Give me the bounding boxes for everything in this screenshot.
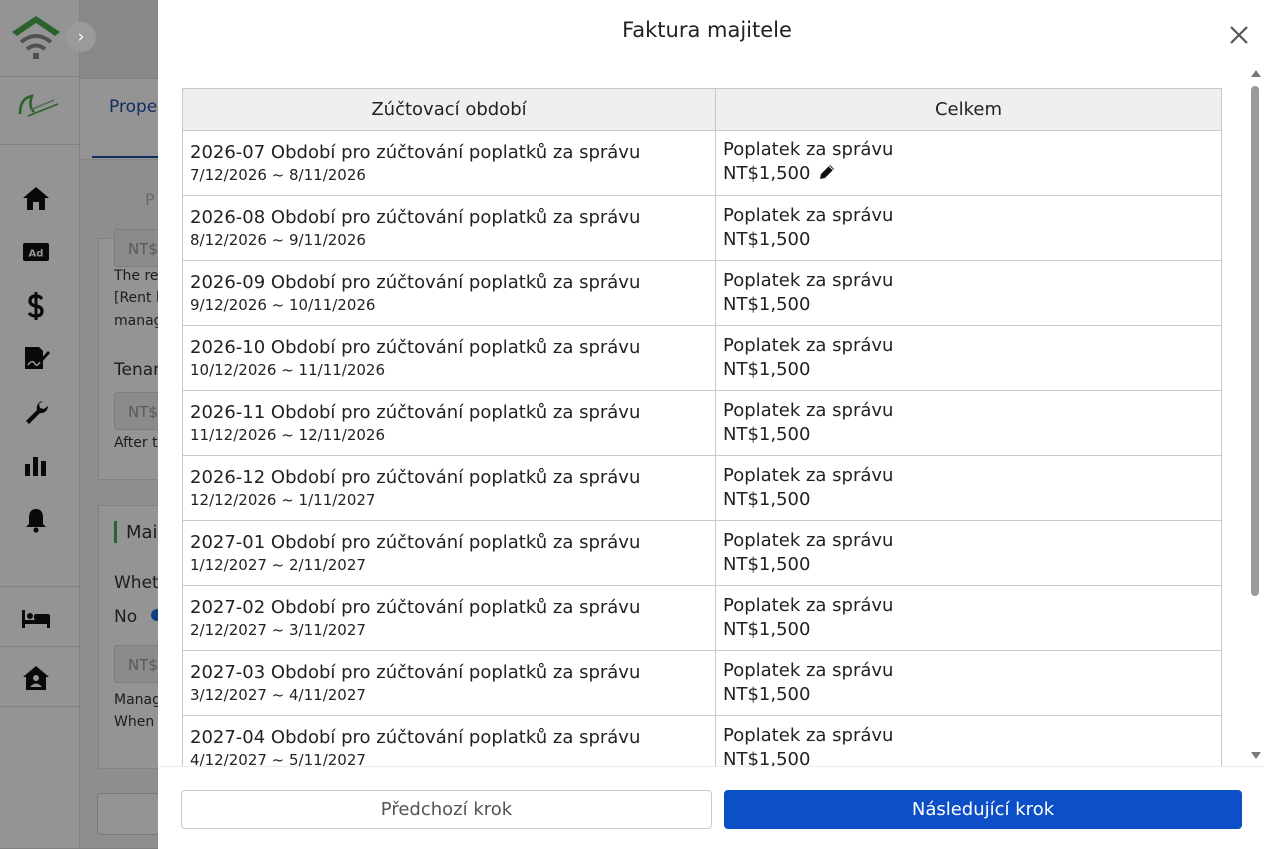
modal-footer: Předchozí krok Následující krok	[158, 766, 1264, 849]
table-row: 2027-02 Období pro zúčtování poplatků za…	[182, 585, 1222, 651]
scroll-up-arrow-icon[interactable]	[1251, 70, 1261, 77]
total-cell: Poplatek za správu NT$1,500	[715, 195, 1222, 261]
period-label: 2027-01 Období pro zúčtování poplatků za…	[190, 532, 641, 553]
fee-label: Poplatek za správu	[723, 139, 894, 160]
scroll-down-arrow-icon[interactable]	[1251, 752, 1261, 759]
fee-label: Poplatek za správu	[723, 725, 894, 746]
period-dates: 2/12/2027 ~ 3/11/2027	[190, 621, 366, 639]
fee-amount: NT$1,500	[723, 554, 811, 575]
table-row: 2027-03 Období pro zúčtování poplatků za…	[182, 650, 1222, 716]
fee-amount: NT$1,500	[723, 619, 811, 640]
previous-step-button[interactable]: Předchozí krok	[181, 790, 712, 829]
amount-line: NT$1,500	[723, 748, 1214, 766]
period-label: 2026-09 Období pro zúčtování poplatků za…	[190, 272, 641, 293]
fee-label: Poplatek za správu	[723, 595, 894, 616]
period-label: 2026-07 Období pro zúčtování poplatků za…	[190, 142, 641, 163]
total-cell: Poplatek za správu NT$1,500	[715, 260, 1222, 326]
column-header-total: Celkem	[715, 88, 1222, 131]
period-label: 2026-08 Období pro zúčtování poplatků za…	[190, 207, 641, 228]
period-dates: 7/12/2026 ~ 8/11/2026	[190, 166, 366, 184]
app-page: Ad › Proper P NT$ The ref [Rent b manag …	[0, 0, 1264, 849]
total-cell: Poplatek za správu NT$1,500	[715, 325, 1222, 391]
amount-line: NT$1,500	[723, 553, 1214, 577]
table-row: 2027-04 Období pro zúčtování poplatků za…	[182, 715, 1222, 766]
column-header-period: Zúčtovací období	[182, 88, 716, 131]
period-label: 2027-04 Období pro zúčtování poplatků za…	[190, 727, 641, 748]
period-dates: 9/12/2026 ~ 10/11/2026	[190, 296, 376, 314]
fee-amount: NT$1,500	[723, 163, 811, 184]
period-dates: 3/12/2027 ~ 4/11/2027	[190, 686, 366, 704]
close-button[interactable]	[1224, 20, 1254, 50]
modal-body[interactable]: Zúčtovací období Celkem 2026-07 Období p…	[158, 64, 1264, 766]
table-row: 2027-01 Období pro zúčtování poplatků za…	[182, 520, 1222, 586]
period-cell: 2026-08 Období pro zúčtování poplatků za…	[182, 195, 716, 261]
amount-line: NT$1,500	[723, 162, 1214, 188]
period-cell: 2026-11 Období pro zúčtování poplatků za…	[182, 390, 716, 456]
fee-amount: NT$1,500	[723, 489, 811, 510]
billing-table: Zúčtovací období Celkem 2026-07 Období p…	[182, 88, 1222, 766]
table-row: 2026-11 Období pro zúčtování poplatků za…	[182, 390, 1222, 456]
period-dates: 10/12/2026 ~ 11/11/2026	[190, 361, 386, 379]
fee-label: Poplatek za správu	[723, 400, 894, 421]
fee-amount: NT$1,500	[723, 359, 811, 380]
period-cell: 2026-10 Období pro zúčtování poplatků za…	[182, 325, 716, 391]
expand-sidebar-button[interactable]: ›	[66, 22, 96, 52]
period-cell: 2027-02 Období pro zúčtování poplatků za…	[182, 585, 716, 651]
period-cell: 2026-12 Období pro zúčtování poplatků za…	[182, 455, 716, 521]
fee-amount: NT$1,500	[723, 229, 811, 250]
period-cell: 2027-01 Období pro zúčtování poplatků za…	[182, 520, 716, 586]
table-header-row: Zúčtovací období Celkem	[182, 88, 1222, 131]
period-dates: 11/12/2026 ~ 12/11/2026	[190, 426, 386, 444]
amount-line: NT$1,500	[723, 423, 1214, 447]
fee-label: Poplatek za správu	[723, 270, 894, 291]
amount-line: NT$1,500	[723, 683, 1214, 707]
total-cell: Poplatek za správu NT$1,500	[715, 715, 1222, 766]
amount-line: NT$1,500	[723, 618, 1214, 642]
period-label: 2026-12 Období pro zúčtování poplatků za…	[190, 467, 641, 488]
amount-line: NT$1,500	[723, 228, 1214, 252]
period-label: 2026-11 Období pro zúčtování poplatků za…	[190, 402, 641, 423]
fee-amount: NT$1,500	[723, 294, 811, 315]
table-row: 2026-12 Období pro zúčtování poplatků za…	[182, 455, 1222, 521]
modal-title: Faktura majitele	[622, 18, 792, 42]
period-cell: 2027-03 Období pro zúčtování poplatků za…	[182, 650, 716, 716]
fee-label: Poplatek za správu	[723, 660, 894, 681]
edit-pencil-icon[interactable]	[818, 163, 836, 188]
owner-invoice-modal: Faktura majitele Zúčtovací období Celkem…	[158, 0, 1264, 849]
period-dates: 12/12/2026 ~ 1/11/2027	[190, 491, 376, 509]
table-row: 2026-10 Období pro zúčtování poplatků za…	[182, 325, 1222, 391]
fee-label: Poplatek za správu	[723, 465, 894, 486]
table-row: 2026-09 Období pro zúčtování poplatků za…	[182, 260, 1222, 326]
period-label: 2027-02 Období pro zúčtování poplatků za…	[190, 597, 641, 618]
period-cell: 2026-09 Období pro zúčtování poplatků za…	[182, 260, 716, 326]
period-dates: 4/12/2027 ~ 5/11/2027	[190, 751, 366, 766]
total-cell: Poplatek za správu NT$1,500	[715, 650, 1222, 716]
fee-amount: NT$1,500	[723, 424, 811, 445]
amount-line: NT$1,500	[723, 358, 1214, 382]
total-cell: Poplatek za správu NT$1,500	[715, 130, 1222, 196]
period-label: 2026-10 Období pro zúčtování poplatků za…	[190, 337, 641, 358]
fee-amount: NT$1,500	[723, 684, 811, 705]
total-cell: Poplatek za správu NT$1,500	[715, 585, 1222, 651]
amount-line: NT$1,500	[723, 488, 1214, 512]
amount-line: NT$1,500	[723, 293, 1214, 317]
table-row: 2026-08 Období pro zúčtování poplatků za…	[182, 195, 1222, 261]
period-dates: 8/12/2026 ~ 9/11/2026	[190, 231, 366, 249]
fee-label: Poplatek za správu	[723, 205, 894, 226]
total-cell: Poplatek za správu NT$1,500	[715, 520, 1222, 586]
period-cell: 2027-04 Období pro zúčtování poplatků za…	[182, 715, 716, 766]
period-cell: 2026-07 Období pro zúčtování poplatků za…	[182, 130, 716, 196]
fee-amount: NT$1,500	[723, 749, 811, 766]
scrollbar-thumb[interactable]	[1251, 86, 1259, 596]
close-icon	[1230, 26, 1248, 44]
fee-label: Poplatek za správu	[723, 530, 894, 551]
fee-label: Poplatek za správu	[723, 335, 894, 356]
period-label: 2027-03 Období pro zúčtování poplatků za…	[190, 662, 641, 683]
chevron-right-icon: ›	[77, 27, 85, 47]
table-row: 2026-07 Období pro zúčtování poplatků za…	[182, 130, 1222, 196]
total-cell: Poplatek za správu NT$1,500	[715, 390, 1222, 456]
period-dates: 1/12/2027 ~ 2/11/2027	[190, 556, 366, 574]
next-step-button[interactable]: Následující krok	[724, 790, 1242, 829]
total-cell: Poplatek za správu NT$1,500	[715, 455, 1222, 521]
